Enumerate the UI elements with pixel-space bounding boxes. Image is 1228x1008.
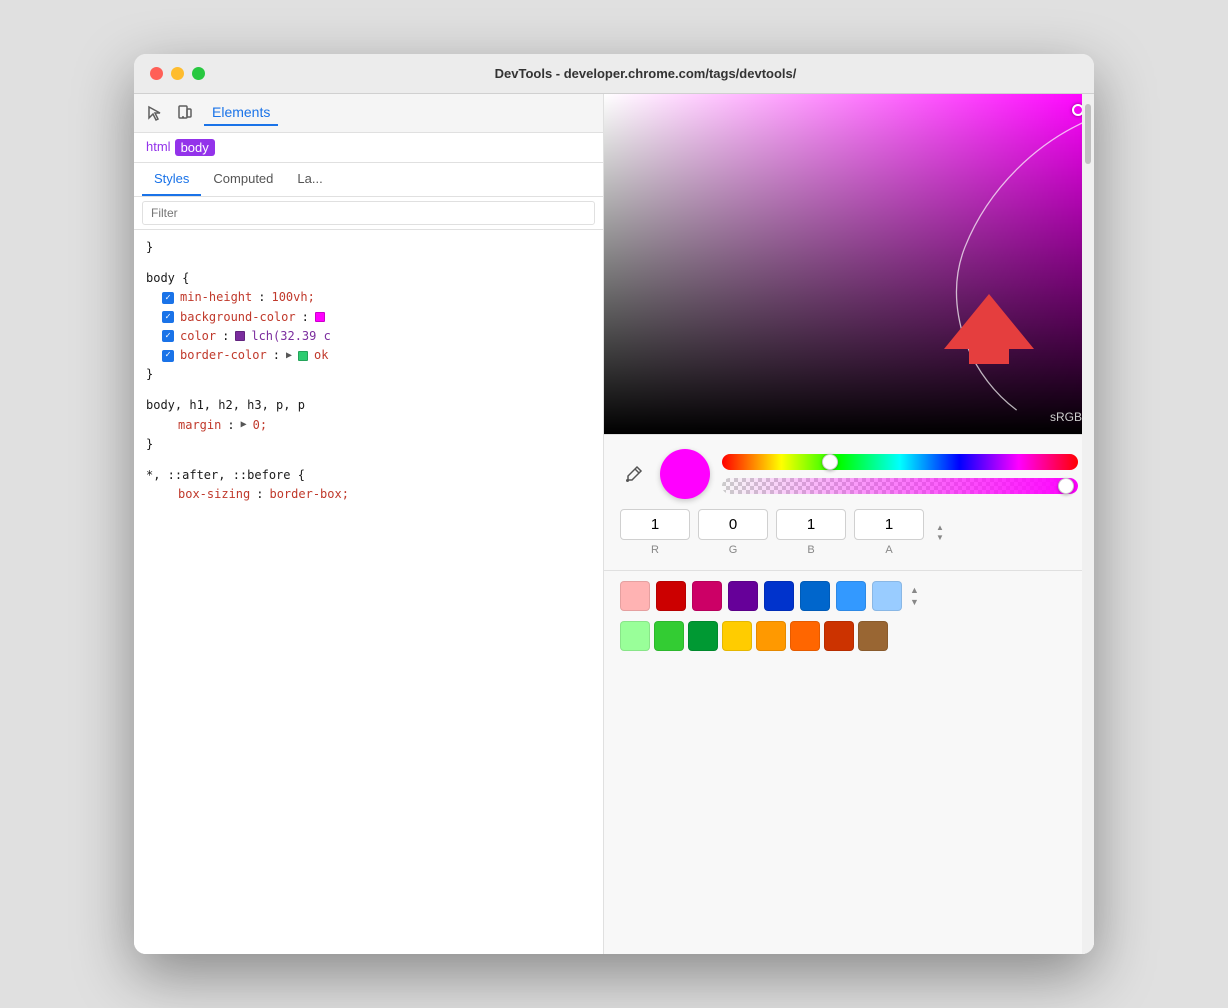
swatch-6[interactable] — [836, 581, 866, 611]
swatches-row-2 — [604, 621, 1094, 659]
hue-slider — [722, 454, 1078, 470]
swatch-7[interactable] — [872, 581, 902, 611]
toolbar: Elements — [134, 94, 603, 133]
prop-margin: margin : ▶ 0; — [146, 416, 591, 435]
swatch-r2-5[interactable] — [790, 621, 820, 651]
close-button[interactable] — [150, 67, 163, 80]
filter-input[interactable] — [142, 201, 595, 225]
prop-min-height: min-height : 100vh; — [146, 288, 591, 307]
b-label: B — [807, 544, 814, 556]
swatch-3[interactable] — [728, 581, 758, 611]
a-label: A — [885, 544, 892, 556]
format-arrow-down: ▼ — [936, 534, 944, 542]
rule-selector-headings: body, h1, h2, h3, p, p — [146, 396, 591, 415]
swatch-r2-1[interactable] — [654, 621, 684, 651]
alpha-thumb[interactable] — [1058, 478, 1074, 494]
breadcrumb-html[interactable]: html — [146, 139, 171, 156]
swatch-r2-7[interactable] — [858, 621, 888, 651]
rgba-field-r: R — [620, 509, 690, 556]
swatches-row: ▲ ▼ — [604, 570, 1094, 621]
rgba-field-a: A — [854, 509, 924, 556]
scrollbar[interactable] — [1082, 94, 1094, 954]
a-input[interactable] — [854, 509, 924, 540]
swatch-r2-0[interactable] — [620, 621, 650, 651]
swatch-arrow-down: ▼ — [910, 597, 919, 607]
color-gradient-area[interactable]: sRGB — [604, 94, 1094, 434]
swatch-arrow-up: ▲ — [910, 585, 919, 595]
swatch-5[interactable] — [800, 581, 830, 611]
rule-body: body { min-height : 100vh; background-co… — [146, 269, 591, 384]
swatch-0[interactable] — [620, 581, 650, 611]
rgba-inputs: R G B A — [620, 509, 1078, 556]
gradient-black — [604, 94, 1094, 434]
alpha-checker — [722, 478, 1078, 494]
swatch-r2-2[interactable] — [688, 621, 718, 651]
swatch-r2-3[interactable] — [722, 621, 752, 651]
window-title: DevTools - developer.chrome.com/tags/dev… — [213, 66, 1078, 81]
elements-tab[interactable]: Elements — [204, 100, 278, 126]
format-arrow-up: ▲ — [936, 524, 944, 532]
format-toggle[interactable]: ▲ ▼ — [936, 524, 944, 542]
color-picker: sRGB — [604, 94, 1094, 954]
bg-color-swatch[interactable] — [315, 312, 325, 322]
checkbox-min-height[interactable] — [162, 292, 174, 304]
title-bar: DevTools - developer.chrome.com/tags/dev… — [134, 54, 1094, 94]
swatch-r2-6[interactable] — [824, 621, 854, 651]
rule-closing-brace: } — [146, 238, 591, 257]
devtools-window: DevTools - developer.chrome.com/tags/dev… — [134, 54, 1094, 954]
checkbox-border-color[interactable] — [162, 350, 174, 362]
rule-body-headings: body, h1, h2, h3, p, p margin : ▶ 0; } — [146, 396, 591, 454]
css-rules: } body { min-height : 100vh; background-… — [134, 230, 603, 954]
rule-universal: *, ::after, ::before { box-sizing : bord… — [146, 466, 591, 504]
rule-selector-universal: *, ::after, ::before { — [146, 466, 591, 485]
controls-row — [620, 449, 1078, 499]
prop-background-color: background-color : — [146, 308, 591, 327]
breadcrumb-body[interactable]: body — [175, 139, 215, 156]
right-panel: sRGB — [604, 94, 1094, 954]
filter-bar — [134, 197, 603, 230]
color-swatch[interactable] — [235, 331, 245, 341]
checkbox-bg-color[interactable] — [162, 311, 174, 323]
rgba-field-b: B — [776, 509, 846, 556]
hue-thumb[interactable] — [822, 454, 838, 470]
prop-border-color: border-color : ▶ ok — [146, 346, 591, 365]
eyedropper-button[interactable] — [620, 460, 648, 488]
r-label: R — [651, 544, 659, 556]
checkbox-color[interactable] — [162, 330, 174, 342]
srgb-label: sRGB — [1050, 410, 1082, 424]
swatch-1[interactable] — [656, 581, 686, 611]
b-input[interactable] — [776, 509, 846, 540]
swatch-4[interactable] — [764, 581, 794, 611]
g-input[interactable] — [698, 509, 768, 540]
prop-color: color : lch(32.39 c — [146, 327, 591, 346]
swatch-r2-4[interactable] — [756, 621, 786, 651]
traffic-lights — [150, 67, 205, 80]
device-icon[interactable] — [174, 102, 196, 124]
alpha-slider-container[interactable] — [722, 478, 1078, 494]
tab-styles[interactable]: Styles — [142, 163, 201, 196]
rule-selector-body: body { — [146, 269, 591, 288]
left-panel: Elements html body Styles Computed La...… — [134, 94, 604, 954]
styles-tabs: Styles Computed La... — [134, 163, 603, 197]
rgba-field-g: G — [698, 509, 768, 556]
swatch-scroll[interactable]: ▲ ▼ — [910, 585, 919, 607]
alpha-gradient — [722, 478, 1078, 494]
minimize-button[interactable] — [171, 67, 184, 80]
color-preview — [660, 449, 710, 499]
sliders-area — [722, 454, 1078, 494]
prop-box-sizing: box-sizing : border-box; — [146, 485, 591, 504]
inspect-icon[interactable] — [144, 102, 166, 124]
border-color-swatch[interactable] — [298, 351, 308, 361]
scrollbar-thumb — [1085, 104, 1091, 164]
tab-layout[interactable]: La... — [285, 163, 334, 196]
maximize-button[interactable] — [192, 67, 205, 80]
hue-slider-container[interactable] — [722, 454, 1078, 470]
breadcrumb: html body — [134, 133, 603, 163]
g-label: G — [729, 544, 738, 556]
tab-computed[interactable]: Computed — [201, 163, 285, 196]
devtools-body: Elements html body Styles Computed La...… — [134, 94, 1094, 954]
r-input[interactable] — [620, 509, 690, 540]
swatch-2[interactable] — [692, 581, 722, 611]
color-controls: R G B A — [604, 434, 1094, 570]
